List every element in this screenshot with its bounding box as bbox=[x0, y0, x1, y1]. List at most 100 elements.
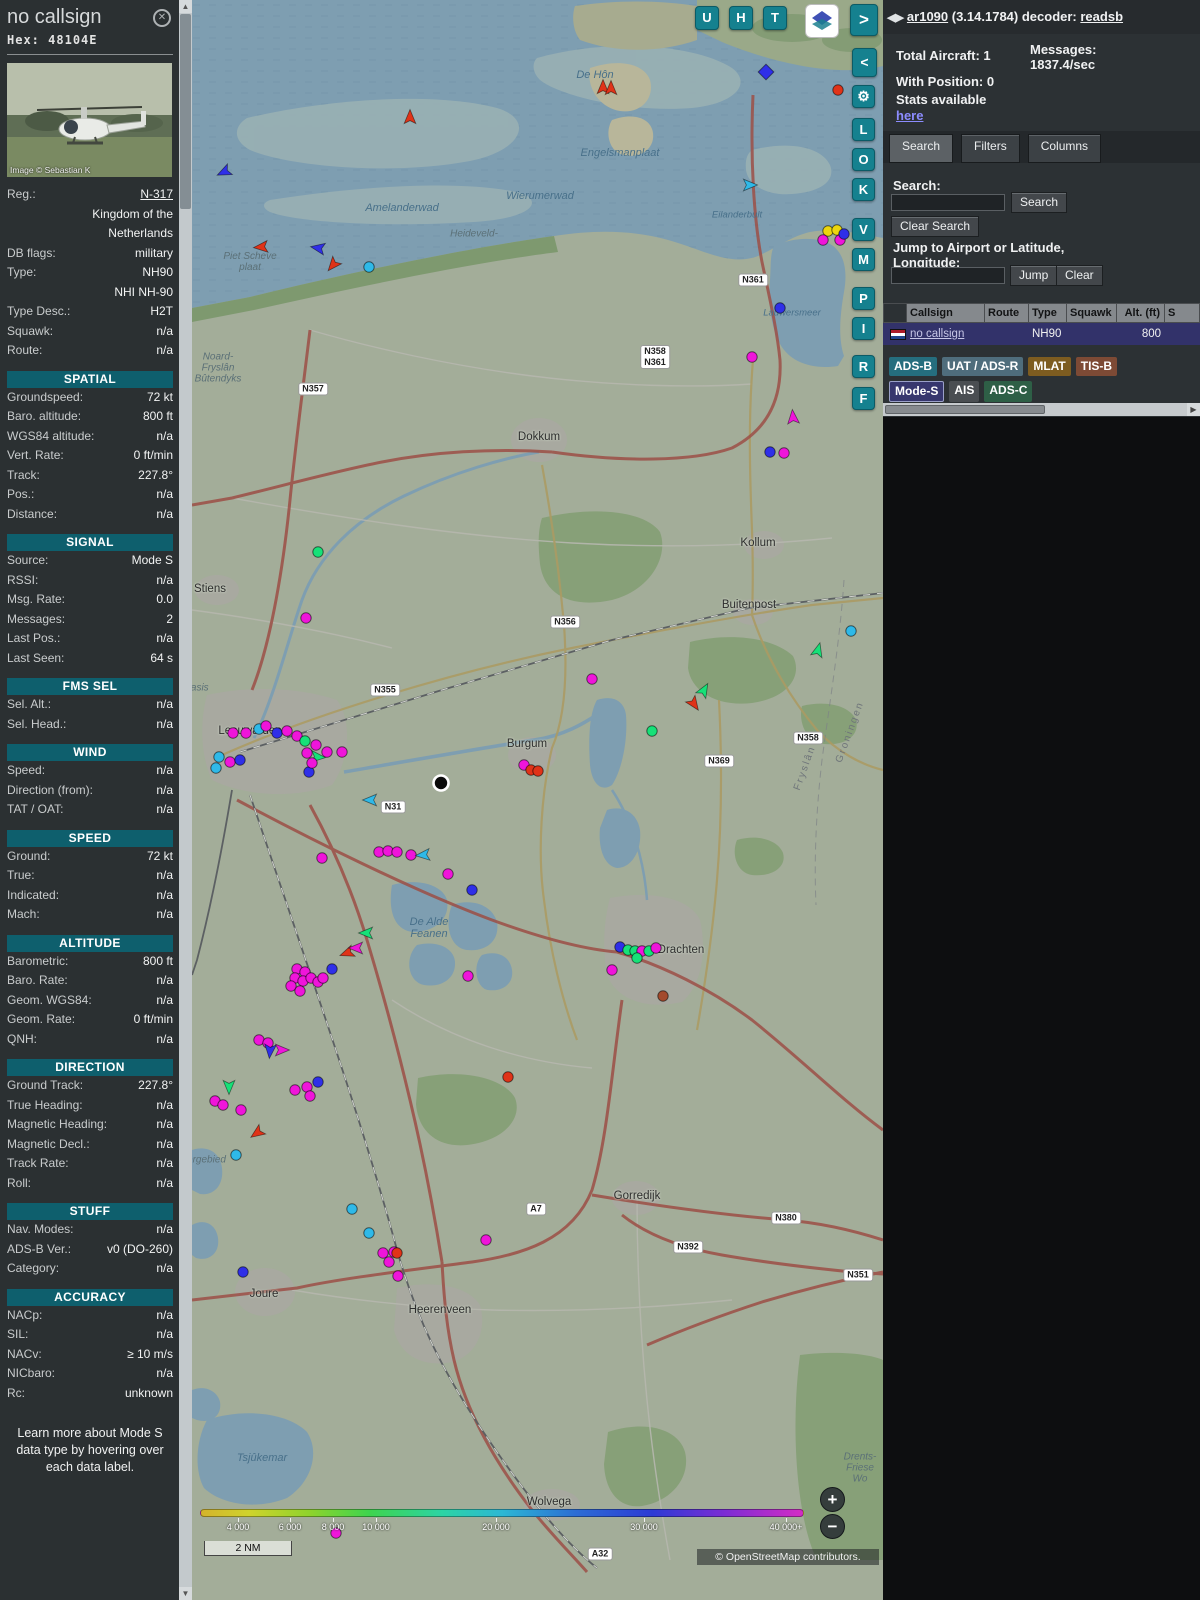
filter-badge-adsb[interactable]: ADS-B bbox=[889, 357, 937, 376]
aircraft-marker[interactable] bbox=[321, 746, 333, 758]
aircraft-marker[interactable] bbox=[312, 546, 324, 558]
column-header-route[interactable]: Route bbox=[985, 303, 1029, 323]
aircraft-marker[interactable] bbox=[377, 1247, 389, 1259]
aircraft-marker[interactable] bbox=[462, 970, 474, 982]
search-button[interactable]: Search bbox=[1011, 192, 1068, 213]
jump-input[interactable] bbox=[891, 267, 1005, 284]
column-header-squawk[interactable]: Squawk bbox=[1067, 303, 1117, 323]
map-button-t[interactable]: T bbox=[763, 6, 787, 30]
hscrollbar-thumb[interactable] bbox=[885, 405, 1045, 414]
selected-aircraft-marker[interactable] bbox=[432, 774, 450, 792]
aircraft-marker[interactable] bbox=[310, 739, 322, 751]
map-button-o[interactable]: O bbox=[852, 148, 875, 171]
layer-switcher-button[interactable] bbox=[805, 4, 839, 38]
aircraft-marker[interactable] bbox=[222, 1079, 236, 1096]
aircraft-marker[interactable] bbox=[586, 673, 598, 685]
zoom-in-button[interactable]: + bbox=[820, 1487, 845, 1512]
tab-search[interactable]: Search bbox=[889, 134, 954, 163]
search-input[interactable] bbox=[891, 194, 1005, 211]
aircraft-marker[interactable] bbox=[312, 1076, 324, 1088]
aircraft-marker[interactable] bbox=[240, 727, 252, 739]
aircraft-marker[interactable] bbox=[606, 964, 618, 976]
aircraft-marker[interactable] bbox=[274, 1043, 291, 1057]
aircraft-marker[interactable] bbox=[746, 351, 758, 363]
aircraft-marker[interactable] bbox=[757, 63, 775, 81]
aircraft-marker[interactable] bbox=[604, 79, 618, 96]
map-button-p[interactable]: P bbox=[852, 287, 875, 310]
aircraft-marker[interactable] bbox=[217, 1099, 229, 1111]
aircraft-marker[interactable] bbox=[845, 625, 857, 637]
filter-badge-mlat[interactable]: MLAT bbox=[1028, 357, 1071, 376]
aircraft-marker[interactable] bbox=[646, 725, 658, 737]
aircraft-marker[interactable] bbox=[414, 847, 431, 862]
aircraft-marker[interactable] bbox=[742, 178, 759, 192]
stats-here-link[interactable]: here bbox=[896, 108, 923, 123]
aircraft-marker[interactable] bbox=[787, 408, 801, 425]
aircraft-marker[interactable] bbox=[383, 1256, 395, 1268]
sidebar-scrollbar[interactable]: ▲ ▼ bbox=[179, 0, 192, 1600]
aircraft-marker[interactable] bbox=[346, 1203, 358, 1215]
aircraft-marker[interactable] bbox=[289, 1084, 301, 1096]
filter-badge-uat[interactable]: UAT / ADS-R bbox=[942, 357, 1024, 376]
aircraft-marker[interactable] bbox=[306, 757, 318, 769]
scrollbar-up-icon[interactable]: ▲ bbox=[179, 0, 192, 13]
aircraft-marker[interactable] bbox=[480, 1234, 492, 1246]
aircraft-marker[interactable] bbox=[466, 884, 478, 896]
aircraft-marker[interactable] bbox=[224, 756, 236, 768]
scrollbar-down-icon[interactable]: ▼ bbox=[179, 1587, 192, 1600]
aircraft-marker[interactable] bbox=[294, 985, 306, 997]
aircraft-marker[interactable] bbox=[391, 846, 403, 858]
aircraft-marker[interactable] bbox=[832, 84, 844, 96]
aircraft-marker[interactable] bbox=[631, 952, 643, 964]
jump-button[interactable]: Jump bbox=[1010, 265, 1058, 286]
map-button-f[interactable]: F bbox=[852, 387, 875, 410]
map[interactable]: Dokkum Kollum Buitenpost Burgum Drachten Gorr… bbox=[192, 0, 883, 1600]
aircraft-marker[interactable] bbox=[694, 681, 713, 700]
tar1090-link[interactable]: ar1090 bbox=[907, 9, 948, 24]
aircraft-marker[interactable] bbox=[234, 754, 246, 766]
aircraft-marker[interactable] bbox=[215, 162, 234, 180]
aircraft-marker[interactable] bbox=[301, 747, 313, 759]
column-header-s[interactable]: S bbox=[1165, 303, 1200, 323]
zoom-out-button[interactable]: − bbox=[820, 1514, 845, 1539]
aircraft-marker[interactable] bbox=[684, 694, 704, 713]
map-button-h[interactable]: H bbox=[729, 6, 753, 30]
table-horizontal-scrollbar[interactable]: ▶ bbox=[883, 403, 1200, 416]
filter-badge-ais[interactable]: AIS bbox=[949, 381, 980, 402]
aircraft-marker[interactable] bbox=[326, 963, 338, 975]
collapse-panel-button[interactable]: < bbox=[852, 48, 877, 77]
map-button-l[interactable]: L bbox=[852, 118, 875, 141]
aircraft-marker[interactable] bbox=[309, 241, 327, 256]
aircraft-marker[interactable] bbox=[252, 239, 269, 254]
panel-collapse-arrows-icon[interactable]: ◀▶ bbox=[887, 12, 904, 24]
aircraft-marker[interactable] bbox=[817, 234, 829, 246]
aircraft-marker[interactable] bbox=[316, 852, 328, 864]
map-button-m[interactable]: M bbox=[852, 248, 875, 271]
map-button-i[interactable]: I bbox=[852, 317, 875, 340]
aircraft-marker[interactable] bbox=[532, 765, 544, 777]
column-header-type[interactable]: Type bbox=[1029, 303, 1067, 323]
aircraft-marker[interactable] bbox=[657, 990, 669, 1002]
aircraft-marker[interactable] bbox=[391, 1247, 403, 1259]
aircraft-marker[interactable] bbox=[363, 261, 375, 273]
scrollbar-thumb[interactable] bbox=[180, 14, 191, 209]
column-header-alt-ft-[interactable]: Alt. (ft) bbox=[1117, 303, 1165, 323]
close-icon[interactable]: ✕ bbox=[153, 9, 171, 27]
aircraft-marker[interactable] bbox=[304, 1090, 316, 1102]
tab-filters[interactable]: Filters bbox=[961, 134, 1020, 163]
aircraft-marker[interactable] bbox=[774, 302, 786, 314]
aircraft-marker[interactable] bbox=[210, 762, 222, 774]
settings-gear-icon[interactable]: ⚙ bbox=[852, 85, 875, 108]
clear-search-button[interactable]: Clear Search bbox=[891, 216, 980, 237]
aircraft-marker[interactable] bbox=[403, 108, 417, 125]
column-header-flag[interactable] bbox=[883, 303, 907, 323]
aircraft-marker[interactable] bbox=[300, 612, 312, 624]
readsb-link[interactable]: readsb bbox=[1080, 9, 1123, 24]
aircraft-marker[interactable] bbox=[317, 972, 329, 984]
aircraft-marker[interactable] bbox=[357, 926, 374, 940]
aircraft-photo[interactable]: Image © Sebastian K bbox=[7, 63, 172, 177]
aircraft-marker[interactable] bbox=[235, 1104, 247, 1116]
aircraft-marker[interactable] bbox=[809, 641, 826, 659]
aircraft-marker[interactable] bbox=[336, 746, 348, 758]
expand-panel-button[interactable]: > bbox=[850, 4, 878, 36]
